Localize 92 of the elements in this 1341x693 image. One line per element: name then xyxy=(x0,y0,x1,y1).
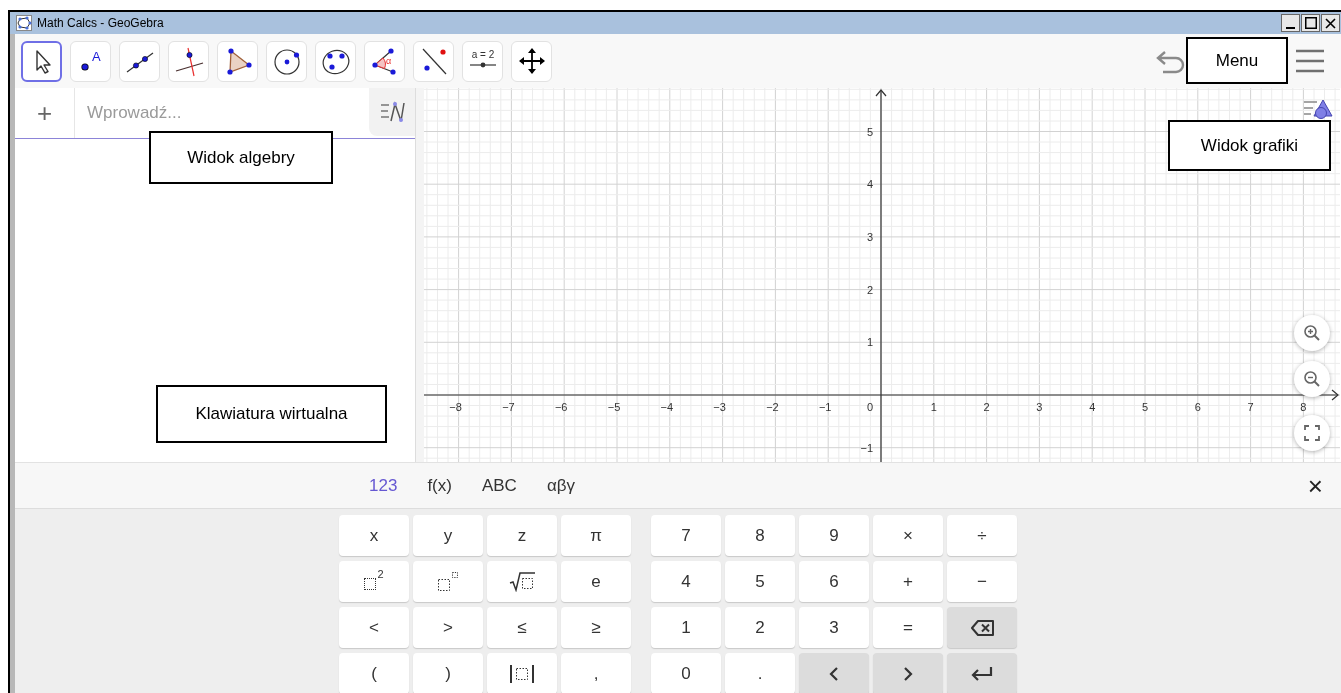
key[interactable]: 2 xyxy=(339,561,409,602)
key[interactable] xyxy=(947,653,1017,693)
tick-label: −6 xyxy=(554,401,568,413)
absolute-value-icon xyxy=(509,662,535,685)
tick-label: −2 xyxy=(766,401,779,413)
key[interactable]: y xyxy=(413,515,483,556)
tick-label: 2 xyxy=(866,283,873,296)
enter-icon xyxy=(971,665,993,682)
key[interactable] xyxy=(487,653,557,693)
callout-label: Menu xyxy=(1186,37,1288,84)
zoom-in-icon xyxy=(1303,324,1321,342)
minimize-icon xyxy=(1286,26,1295,29)
zoom-in-button[interactable] xyxy=(1294,315,1330,351)
tick-label: 4 xyxy=(1089,401,1096,413)
key[interactable]: z xyxy=(487,515,557,556)
key[interactable]: x xyxy=(339,515,409,556)
right-chevron-icon xyxy=(903,665,913,682)
tick-label: 1 xyxy=(866,336,873,349)
key[interactable]: < xyxy=(339,607,409,648)
key[interactable]: + xyxy=(873,561,943,602)
key[interactable]: 5 xyxy=(725,561,795,602)
tick-label: 5 xyxy=(866,125,873,138)
key[interactable]: 8 xyxy=(725,515,795,556)
zoom-out-icon xyxy=(1303,370,1321,388)
key[interactable]: ) xyxy=(413,653,483,693)
callout-label: Klawiatura wirtualna xyxy=(156,385,387,443)
menu-icon[interactable] xyxy=(1295,48,1325,74)
app-icon xyxy=(16,15,32,31)
key[interactable]: 1 xyxy=(651,607,721,648)
close-icon xyxy=(1325,17,1336,29)
tick-label: 8 xyxy=(1300,401,1307,413)
keyboard-tab[interactable]: 123 xyxy=(354,475,413,496)
key[interactable]: 0 xyxy=(651,653,721,693)
key[interactable]: 6 xyxy=(799,561,869,602)
left-chevron-icon xyxy=(829,665,839,682)
callout-label: Widok grafiki xyxy=(1168,120,1331,171)
keyboard-tab[interactable]: αβγ xyxy=(531,475,590,496)
keyboard-tab[interactable]: ABC xyxy=(466,475,532,496)
tick-label: −7 xyxy=(502,401,515,413)
close-button[interactable]: × xyxy=(1301,471,1329,502)
key[interactable]: 7 xyxy=(651,515,721,556)
placeholder-box-icon xyxy=(364,577,377,590)
key[interactable]: 9 xyxy=(799,515,869,556)
tick-label: −1 xyxy=(860,441,873,454)
tick-label: −4 xyxy=(660,401,674,413)
key[interactable]: > xyxy=(413,607,483,648)
tick-label: 7 xyxy=(1247,401,1254,413)
graph-style-icon xyxy=(379,100,405,124)
tick-label: 3 xyxy=(866,230,873,243)
tick-label: 0 xyxy=(866,401,873,413)
tick-label: −8 xyxy=(449,401,462,413)
key[interactable]: ≤ xyxy=(487,607,557,648)
key[interactable]: − xyxy=(947,561,1017,602)
key[interactable] xyxy=(947,607,1017,648)
key[interactable]: ( xyxy=(339,653,409,693)
fullscreen-icon xyxy=(1303,424,1321,442)
key[interactable]: = xyxy=(873,607,943,648)
square-root-icon xyxy=(508,571,536,592)
key[interactable]: × xyxy=(873,515,943,556)
tick-label: 1 xyxy=(930,401,937,413)
tick-label: 3 xyxy=(1036,401,1043,413)
callout-label: Widok algebry xyxy=(149,131,333,184)
algebra-menu-button[interactable] xyxy=(369,88,415,136)
maximize-icon xyxy=(1304,17,1317,29)
maximize-button[interactable] xyxy=(1301,14,1320,32)
backspace-icon xyxy=(970,618,994,637)
key[interactable]: π xyxy=(561,515,631,556)
key[interactable] xyxy=(487,561,557,602)
tick-label: 6 xyxy=(1194,401,1201,413)
style-bar-icon[interactable] xyxy=(1303,98,1333,120)
key[interactable]: 4 xyxy=(651,561,721,602)
tick-label: −3 xyxy=(713,401,726,413)
key[interactable]: . xyxy=(725,653,795,693)
tick-label: 2 xyxy=(983,401,990,413)
minimize-button[interactable] xyxy=(1281,14,1300,32)
key[interactable]: 2 xyxy=(725,607,795,648)
zoom-out-button[interactable] xyxy=(1294,361,1330,397)
key[interactable]: ≥ xyxy=(561,607,631,648)
keyboard-tab[interactable]: f(x) xyxy=(412,475,467,496)
key[interactable]: 3 xyxy=(799,607,869,648)
window-title: Math Calcs - GeoGebra xyxy=(37,16,165,30)
key[interactable]: ÷ xyxy=(947,515,1017,556)
tick-label: −1 xyxy=(818,401,832,413)
power-icon xyxy=(437,571,459,592)
key[interactable]: , xyxy=(561,653,631,693)
tick-label: −5 xyxy=(607,401,621,413)
tick-label: 5 xyxy=(1141,401,1149,413)
tick-label: 4 xyxy=(866,178,873,191)
close-button[interactable] xyxy=(1321,14,1340,32)
fullscreen-button[interactable] xyxy=(1294,415,1330,451)
key[interactable]: e xyxy=(561,561,631,602)
tool-button[interactable] xyxy=(21,40,62,82)
